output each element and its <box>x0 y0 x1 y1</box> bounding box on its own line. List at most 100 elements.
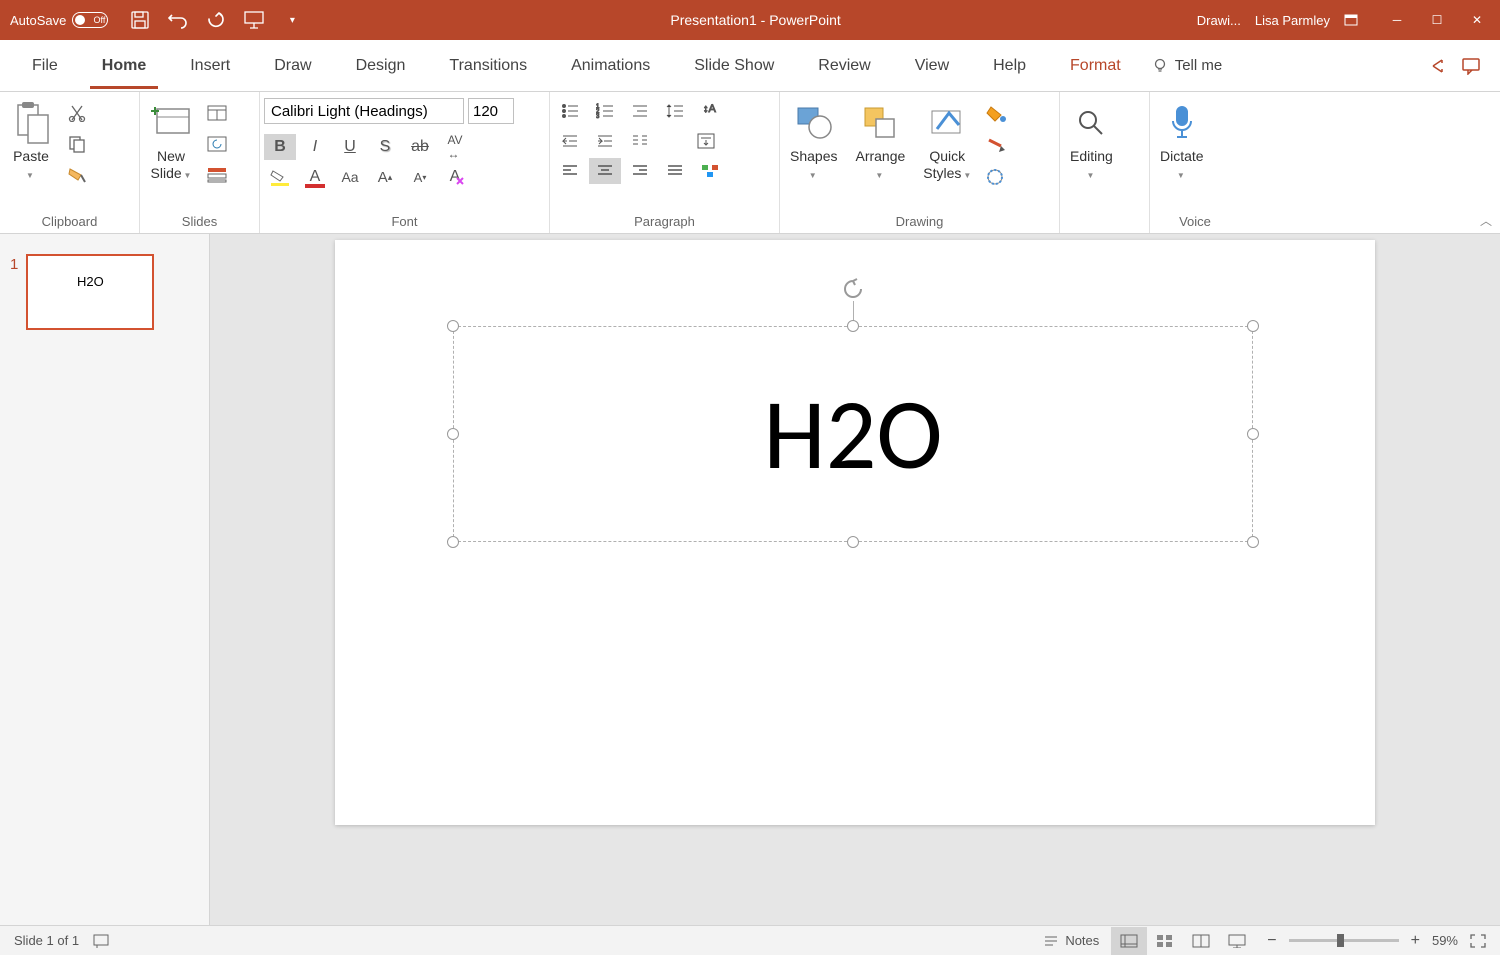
bold-button[interactable]: B <box>264 134 296 160</box>
tab-draw[interactable]: Draw <box>262 43 323 89</box>
autosave-toggle[interactable]: AutoSave Off <box>0 12 118 28</box>
zoom-in-button[interactable]: + <box>1411 932 1420 950</box>
user-account[interactable]: Lisa Parmley <box>1255 13 1330 28</box>
resize-handle[interactable] <box>847 320 859 332</box>
shapes-button[interactable]: Shapes▼ <box>784 98 843 184</box>
thumbnail-preview[interactable]: H2O <box>26 254 154 330</box>
copy-icon[interactable] <box>64 131 90 157</box>
resize-handle[interactable] <box>447 428 459 440</box>
collapse-ribbon-icon[interactable]: ︿ <box>1480 212 1492 229</box>
comments-icon[interactable] <box>1462 57 1480 75</box>
clear-formatting-button[interactable]: A <box>439 164 471 190</box>
save-icon[interactable] <box>130 10 150 30</box>
slideshow-view-button[interactable] <box>1219 927 1255 955</box>
thumbnail-item[interactable]: 1 H2O <box>10 254 199 330</box>
reset-icon[interactable] <box>204 131 230 157</box>
quick-styles-button[interactable]: Quick Styles ▼ <box>917 98 977 184</box>
tab-home[interactable]: Home <box>90 43 158 89</box>
toggle-switch[interactable]: Off <box>72 12 108 28</box>
underline-button[interactable]: U <box>334 134 366 160</box>
highlight-button[interactable] <box>264 164 296 190</box>
spellcheck-icon[interactable] <box>93 934 109 948</box>
tab-design[interactable]: Design <box>344 43 418 89</box>
tell-me-search[interactable]: Tell me <box>1153 57 1223 74</box>
smartart-button[interactable] <box>694 158 726 184</box>
font-color-button[interactable]: A <box>299 164 331 190</box>
zoom-slider[interactable] <box>1289 939 1399 942</box>
minimize-button[interactable]: ─ <box>1384 13 1410 27</box>
shrink-font-button[interactable]: A▾ <box>404 164 436 190</box>
zoom-level[interactable]: 59% <box>1432 933 1458 948</box>
decrease-indent-button[interactable] <box>554 128 586 154</box>
maximize-button[interactable]: ☐ <box>1424 13 1450 27</box>
rotate-handle-icon[interactable] <box>841 277 865 301</box>
zoom-thumb[interactable] <box>1337 934 1344 947</box>
font-name-input[interactable] <box>264 98 464 124</box>
shape-effects-icon[interactable] <box>983 164 1009 190</box>
columns-button[interactable] <box>624 128 656 154</box>
arrange-button[interactable]: Arrange▼ <box>849 98 911 184</box>
section-icon[interactable] <box>204 162 230 188</box>
tab-file[interactable]: File <box>20 43 70 89</box>
increase-indent-button[interactable] <box>589 128 621 154</box>
grow-font-button[interactable]: A▴ <box>369 164 401 190</box>
tab-insert[interactable]: Insert <box>178 43 242 89</box>
tab-format[interactable]: Format <box>1058 43 1133 89</box>
ribbon-options-icon[interactable] <box>1344 14 1370 26</box>
italic-button[interactable]: I <box>299 134 331 160</box>
tab-animations[interactable]: Animations <box>559 43 662 89</box>
strikethrough-button[interactable]: ab <box>404 134 436 160</box>
align-text-button[interactable] <box>690 128 722 154</box>
shape-outline-icon[interactable] <box>983 133 1009 159</box>
reading-view-button[interactable] <box>1183 927 1219 955</box>
slide-thumbnails-panel[interactable]: 1 H2O <box>0 234 210 925</box>
bullets-button[interactable] <box>554 98 586 124</box>
cut-icon[interactable] <box>64 100 90 126</box>
resize-handle[interactable] <box>1247 320 1259 332</box>
share-icon[interactable] <box>1430 57 1448 75</box>
present-icon[interactable] <box>244 10 264 30</box>
slide-title-text[interactable]: H2O <box>763 373 942 495</box>
align-left-button[interactable] <box>554 158 586 184</box>
customize-qat-icon[interactable]: ▾ <box>282 10 302 30</box>
line-spacing-button[interactable] <box>659 98 691 124</box>
list-level-button[interactable] <box>624 98 656 124</box>
shadow-button[interactable]: S <box>369 134 401 160</box>
zoom-out-button[interactable]: − <box>1267 932 1276 950</box>
resize-handle[interactable] <box>1247 536 1259 548</box>
tab-help[interactable]: Help <box>981 43 1038 89</box>
slide-canvas-area[interactable]: H2O <box>210 234 1500 925</box>
resize-handle[interactable] <box>447 536 459 548</box>
format-painter-icon[interactable] <box>64 162 90 188</box>
align-center-button[interactable] <box>589 158 621 184</box>
char-spacing-button[interactable]: AV↔ <box>439 134 471 160</box>
shape-fill-icon[interactable] <box>983 102 1009 128</box>
new-slide-button[interactable]: New Slide ▼ <box>144 98 198 184</box>
normal-view-button[interactable] <box>1111 927 1147 955</box>
layout-icon[interactable] <box>204 100 230 126</box>
notes-button[interactable]: Notes <box>1043 933 1099 948</box>
resize-handle[interactable] <box>1247 428 1259 440</box>
resize-handle[interactable] <box>847 536 859 548</box>
tab-slideshow[interactable]: Slide Show <box>682 43 786 89</box>
redo-icon[interactable] <box>206 10 226 30</box>
undo-icon[interactable] <box>168 10 188 30</box>
numbering-button[interactable]: 123 <box>589 98 621 124</box>
tab-review[interactable]: Review <box>806 43 882 89</box>
slide[interactable]: H2O <box>335 240 1375 825</box>
close-button[interactable]: ✕ <box>1464 13 1490 27</box>
title-textbox[interactable]: H2O <box>453 326 1253 542</box>
resize-handle[interactable] <box>447 320 459 332</box>
tab-view[interactable]: View <box>903 43 961 89</box>
tab-transitions[interactable]: Transitions <box>437 43 539 89</box>
dictate-button[interactable]: Dictate▼ <box>1154 98 1210 184</box>
justify-button[interactable] <box>659 158 691 184</box>
editing-button[interactable]: Editing▼ <box>1064 98 1119 184</box>
change-case-button[interactable]: Aa <box>334 164 366 190</box>
sorter-view-button[interactable] <box>1147 927 1183 955</box>
paste-button[interactable]: Paste▼ <box>4 98 58 184</box>
align-right-button[interactable] <box>624 158 656 184</box>
fit-window-button[interactable] <box>1470 934 1486 948</box>
font-size-input[interactable] <box>468 98 514 124</box>
text-direction-button[interactable]: ↕A <box>694 98 726 124</box>
